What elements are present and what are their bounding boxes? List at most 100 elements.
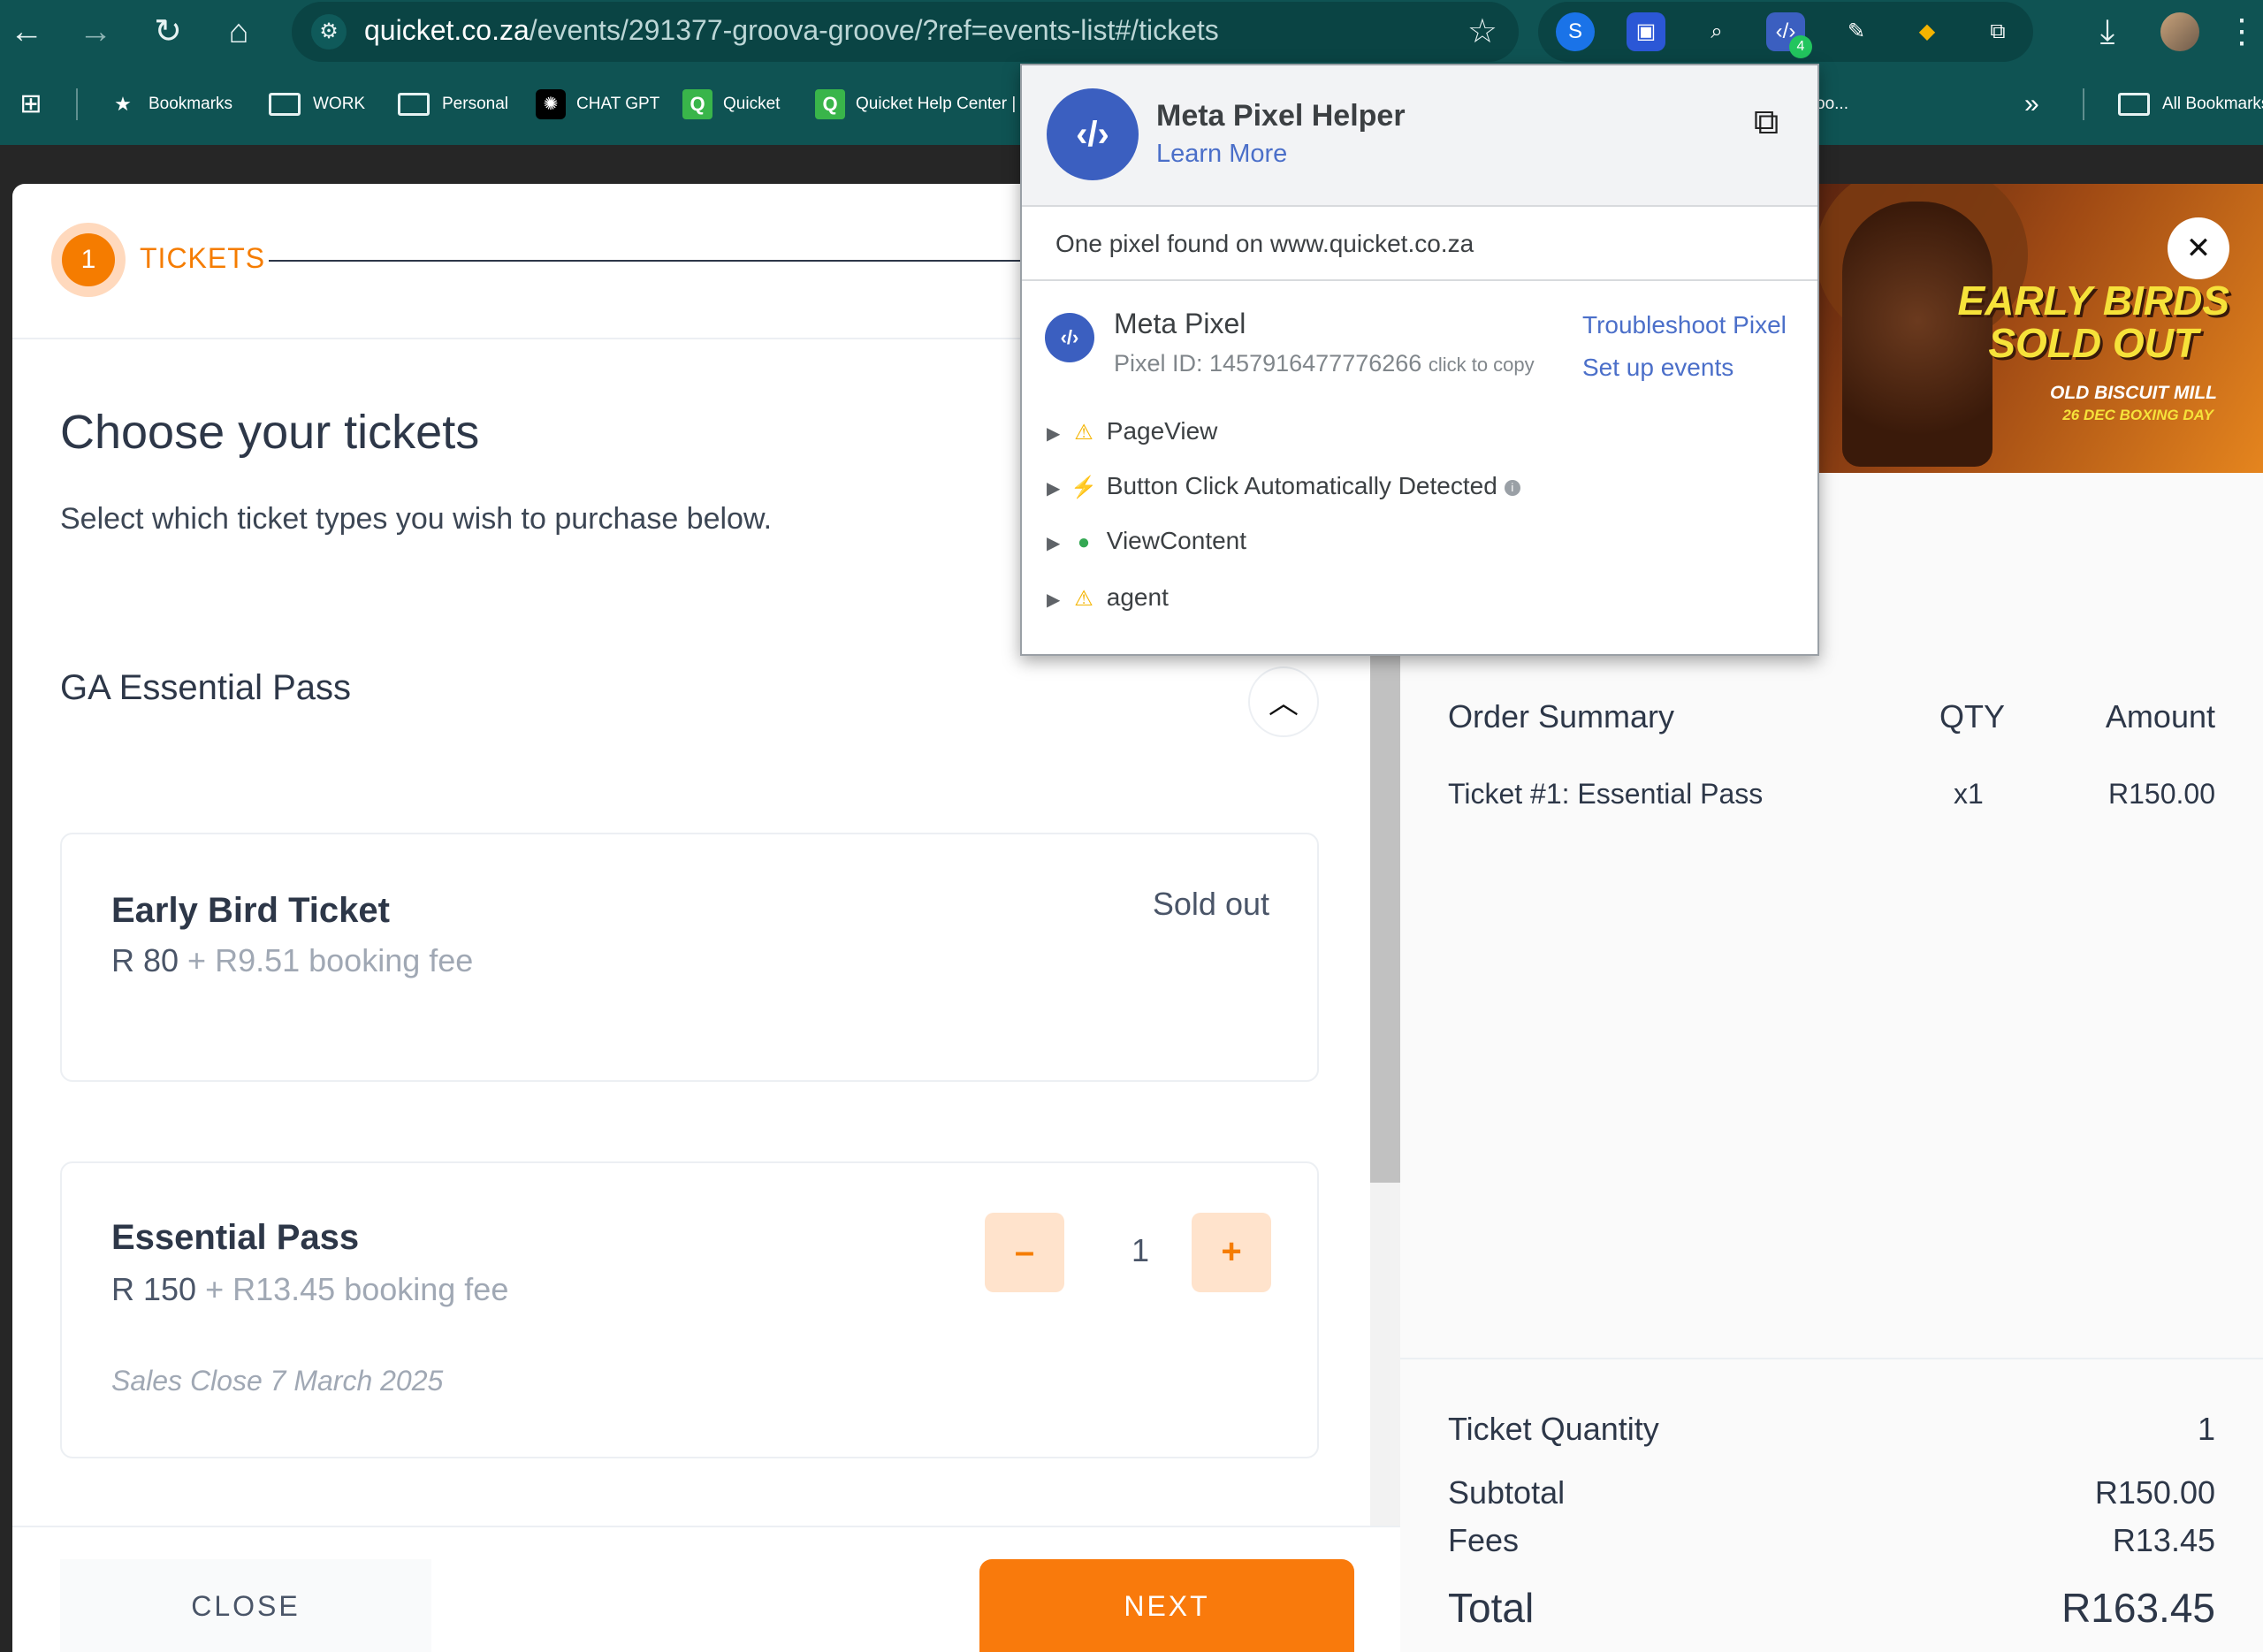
event-name: ViewContent bbox=[1106, 527, 1247, 554]
address-bar[interactable]: ⚙ quicket.co.za/events/291377-groova-gro… bbox=[292, 2, 1519, 62]
fees-value: R13.45 bbox=[2112, 1522, 2215, 1558]
bookmark-label: Quicket Help Center | K bbox=[856, 95, 1032, 113]
search-extension-icon[interactable]: ⌕ bbox=[1697, 12, 1736, 51]
event-row-button-click[interactable]: ▶ ⚡ Button Click Automatically Detected i bbox=[1047, 468, 1520, 504]
chatgpt-icon: ✺ bbox=[536, 88, 566, 119]
ticket-name: Early Bird Ticket bbox=[111, 891, 390, 930]
summary-line-amount: R150.00 bbox=[2108, 778, 2215, 810]
bookmarks-separator bbox=[2083, 88, 2084, 120]
ticket-group-title: GA Essential Pass bbox=[60, 668, 352, 707]
total-value: R163.45 bbox=[2061, 1585, 2215, 1631]
click-to-copy-hint[interactable]: click to copy bbox=[1429, 354, 1535, 376]
expand-triangle-icon: ▶ bbox=[1047, 424, 1061, 444]
password-extension-icon[interactable]: ▣ bbox=[1627, 12, 1665, 51]
event-row-viewcontent[interactable]: ▶ ● ViewContent bbox=[1047, 523, 1246, 559]
summary-col-amount: Amount bbox=[2105, 698, 2215, 735]
info-icon[interactable]: i bbox=[1504, 479, 1520, 496]
shazam-extension-icon[interactable]: S bbox=[1556, 12, 1595, 51]
url-path: /events/291377-groova-groove/?ref=events… bbox=[529, 14, 1219, 46]
download-icon[interactable]: ⤓ bbox=[2086, 11, 2129, 53]
troubleshoot-pixel-link[interactable]: Troubleshoot Pixel bbox=[1582, 311, 1787, 339]
summary-line-qty: x1 bbox=[1954, 778, 1984, 810]
learn-more-link[interactable]: Learn More bbox=[1156, 140, 1287, 169]
check-circle-icon: ● bbox=[1077, 530, 1091, 554]
fees-label: Fees bbox=[1448, 1522, 1520, 1558]
quantity-value: 1 bbox=[1131, 1232, 1150, 1268]
avatar[interactable] bbox=[2160, 12, 2199, 51]
summary-line-item: Ticket #1: Essential Pass bbox=[1448, 778, 1764, 810]
expand-triangle-icon: ▶ bbox=[1047, 590, 1061, 610]
meta-pixel-helper-popup: ‹/› Meta Pixel Helper Learn More ⧉ One p… bbox=[1020, 64, 1819, 656]
wappalyzer-extension-icon[interactable]: ◆ bbox=[1908, 12, 1947, 51]
ticket-card-early-bird: Early Bird Ticket R 80 + R9.51 booking f… bbox=[60, 833, 1319, 1082]
bookmarks-separator bbox=[76, 88, 78, 120]
ticket-quantity-value: 1 bbox=[2197, 1411, 2215, 1447]
event-row-pageview[interactable]: ▶ ⚠ PageView bbox=[1047, 414, 1217, 449]
bookmark-overflow-fragment[interactable]: oo... bbox=[1816, 87, 1848, 122]
banner-date: 26 DEC BOXING DAY bbox=[2062, 407, 2213, 423]
apps-grid-icon[interactable]: ⊞ bbox=[16, 87, 57, 122]
event-name: agent bbox=[1106, 583, 1169, 611]
extensions-puzzle-icon[interactable]: ⧉ bbox=[1978, 12, 2017, 51]
summary-col-item: Order Summary bbox=[1448, 698, 1675, 735]
increase-quantity-button[interactable]: + bbox=[1192, 1213, 1271, 1292]
bookmark-personal[interactable]: Personal bbox=[398, 87, 508, 122]
reload-icon[interactable]: ↻ bbox=[147, 11, 189, 53]
close-icon[interactable]: ✕ bbox=[2168, 217, 2229, 279]
modal-footer: CLOSE NEXT bbox=[12, 1526, 1400, 1652]
site-settings-icon[interactable]: ⚙ bbox=[311, 14, 347, 49]
url-text[interactable]: quicket.co.za/events/291377-groova-groov… bbox=[364, 14, 1219, 47]
ticket-price: R 150 + R13.45 booking fee bbox=[111, 1271, 508, 1308]
collapse-group-button[interactable]: ︿ bbox=[1248, 666, 1319, 737]
chevron-up-icon: ︿ bbox=[1269, 687, 1299, 720]
summary-col-qty: QTY bbox=[1939, 698, 2006, 735]
url-host: quicket.co.za bbox=[364, 14, 530, 46]
lightning-icon: ⚡ bbox=[1071, 476, 1097, 499]
bookmark-work[interactable]: WORK bbox=[269, 87, 365, 122]
folder-icon bbox=[398, 92, 430, 116]
expand-triangle-icon: ▶ bbox=[1047, 479, 1061, 499]
next-button[interactable]: NEXT bbox=[979, 1559, 1354, 1652]
extension-badge: 4 bbox=[1789, 35, 1812, 58]
extensions-area: S ▣ ⌕ ‹/› ✎ ◆ ⧉ bbox=[1538, 2, 2033, 62]
bookmark-bookmarks[interactable]: ★ Bookmarks bbox=[108, 87, 232, 122]
bookmark-label: WORK bbox=[313, 95, 366, 113]
more-menu-icon[interactable]: ⋮ bbox=[2224, 11, 2259, 53]
all-bookmarks[interactable]: All Bookmarks bbox=[2118, 87, 2263, 122]
open-external-icon[interactable]: ⧉ bbox=[1745, 101, 1787, 143]
ticket-card-essential-pass: Essential Pass R 150 + R13.45 booking fe… bbox=[60, 1161, 1319, 1458]
bookmark-quicket-help[interactable]: Q Quicket Help Center | K bbox=[815, 87, 1032, 122]
bookmark-quicket[interactable]: Q Quicket bbox=[682, 87, 780, 122]
expand-triangle-icon: ▶ bbox=[1047, 534, 1061, 553]
warning-icon: ⚠ bbox=[1074, 421, 1093, 445]
scrollbar-thumb[interactable] bbox=[1370, 652, 1400, 1183]
chevron-double-right-icon[interactable]: » bbox=[2024, 87, 2039, 122]
close-button[interactable]: CLOSE bbox=[60, 1559, 431, 1652]
banner-headline: EARLY BIRDS SOLD OUT bbox=[1957, 279, 2229, 364]
popup-header: ‹/› Meta Pixel Helper Learn More ⧉ bbox=[1022, 65, 1817, 207]
bookmark-chatgpt[interactable]: ✺ CHAT GPT bbox=[536, 87, 659, 122]
ticket-fee: + R9.51 booking fee bbox=[179, 942, 474, 978]
setup-events-link[interactable]: Set up events bbox=[1582, 354, 1733, 382]
bookmark-star-icon[interactable]: ☆ bbox=[1467, 12, 1497, 51]
meta-pixel-small-icon: ‹/› bbox=[1045, 313, 1094, 362]
forward-arrow-icon[interactable]: → bbox=[74, 11, 117, 53]
event-name: PageView bbox=[1106, 417, 1218, 445]
decrease-quantity-button[interactable]: – bbox=[985, 1213, 1064, 1292]
total-label: Total bbox=[1448, 1585, 1535, 1631]
ticket-price: R 80 + R9.51 booking fee bbox=[111, 942, 473, 979]
all-bookmarks-label: All Bookmarks bbox=[2162, 95, 2263, 113]
page-subtitle: Select which ticket types you wish to pu… bbox=[60, 502, 773, 536]
banner-headline-line2: SOLD OUT bbox=[1988, 320, 2199, 366]
pixels-found-text: One pixel found on www.quicket.co.za bbox=[1055, 230, 1474, 257]
sales-close-date: Sales Close 7 March 2025 bbox=[111, 1365, 444, 1397]
browser-toolbar: ← → ↻ ⌂ ⚙ quicket.co.za/events/291377-gr… bbox=[0, 0, 2263, 64]
back-arrow-icon[interactable]: ← bbox=[5, 11, 48, 53]
event-row-agent[interactable]: ▶ ⚠ agent bbox=[1047, 580, 1169, 615]
ticket-quantity-label: Ticket Quantity bbox=[1448, 1411, 1659, 1447]
ticket-fee: + R13.45 booking fee bbox=[196, 1271, 509, 1307]
eyedropper-extension-icon[interactable]: ✎ bbox=[1837, 12, 1876, 51]
pixel-id[interactable]: Pixel ID: 1457916477776266 click to copy bbox=[1114, 350, 1535, 377]
home-icon[interactable]: ⌂ bbox=[217, 11, 260, 53]
bookmark-label: CHAT GPT bbox=[576, 95, 660, 113]
